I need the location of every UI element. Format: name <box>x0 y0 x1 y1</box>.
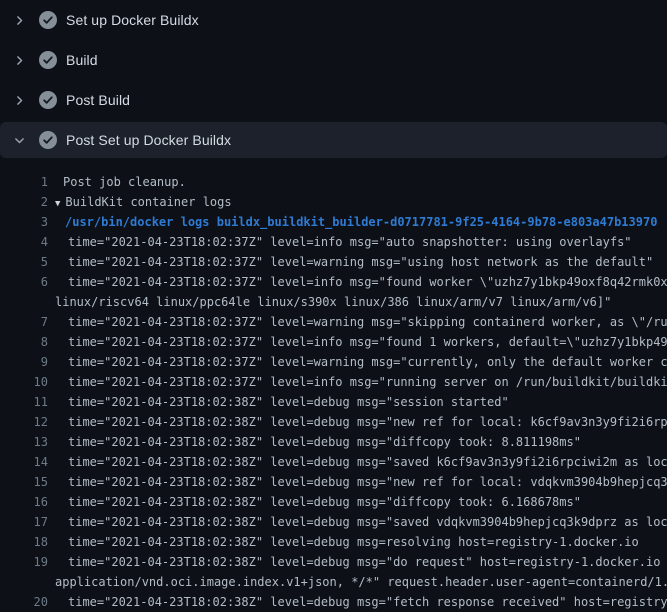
log-line-text: time="2021-04-23T18:02:38Z" level=debug … <box>68 595 667 609</box>
log-line-number[interactable]: 5 <box>0 252 48 272</box>
chevron-right-icon[interactable] <box>12 93 26 107</box>
log-line-number[interactable]: 20 <box>0 592 48 612</box>
log-line: 1▼Post job cleanup. <box>0 172 667 192</box>
log-line: 3▼/usr/bin/docker logs buildx_buildkit_b… <box>0 212 667 232</box>
log-line: 18▼time="2021-04-23T18:02:38Z" level=deb… <box>0 532 667 552</box>
log-line-number[interactable]: 2 <box>0 192 48 212</box>
log-line: 16▼time="2021-04-23T18:02:38Z" level=deb… <box>0 492 667 512</box>
check-circle-icon <box>39 11 57 29</box>
chevron-right-icon[interactable] <box>12 133 26 147</box>
log-line-text: time="2021-04-23T18:02:37Z" level=warnin… <box>68 355 667 369</box>
step-title: Post Build <box>66 92 130 108</box>
chevron-right-icon[interactable] <box>12 53 26 67</box>
log-line-number[interactable]: 10 <box>0 372 48 392</box>
log-line: 17▼time="2021-04-23T18:02:38Z" level=deb… <box>0 512 667 532</box>
step-row[interactable]: Post Set up Docker Buildx <box>0 122 667 158</box>
step-title: Build <box>66 52 98 68</box>
log-line-number[interactable]: 17 <box>0 512 48 532</box>
log-line-text: application/vnd.oci.image.index.v1+json,… <box>55 575 667 589</box>
log-line-number[interactable]: 19 <box>0 552 48 572</box>
step-title: Post Set up Docker Buildx <box>66 132 231 148</box>
log-line-text: time="2021-04-23T18:02:38Z" level=debug … <box>68 535 639 549</box>
log-line-number[interactable]: 7 <box>0 312 48 332</box>
log-line-number[interactable]: 15 <box>0 472 48 492</box>
log-line: 10▼time="2021-04-23T18:02:37Z" level=inf… <box>0 372 667 392</box>
log-line-text: time="2021-04-23T18:02:38Z" level=debug … <box>68 435 581 449</box>
log-line-number[interactable]: 16 <box>0 492 48 512</box>
log-line: 2 ▼ BuildKit container logs <box>0 192 667 212</box>
log-line-text: time="2021-04-23T18:02:37Z" level=info m… <box>68 235 632 249</box>
log-line: 11▼time="2021-04-23T18:02:38Z" level=deb… <box>0 392 667 412</box>
log-line-text: time="2021-04-23T18:02:37Z" level=info m… <box>68 375 667 389</box>
log-line-text: /usr/bin/docker logs buildx_buildkit_bui… <box>65 215 657 229</box>
log-line-text: time="2021-04-23T18:02:38Z" level=debug … <box>68 455 667 469</box>
log-line-number[interactable]: 18 <box>0 532 48 552</box>
log-line-number[interactable]: 3 <box>0 212 48 232</box>
log-line-text: time="2021-04-23T18:02:37Z" level=info m… <box>68 335 667 349</box>
log-line: 7▼time="2021-04-23T18:02:37Z" level=warn… <box>0 312 667 332</box>
log-line-text: time="2021-04-23T18:02:38Z" level=debug … <box>68 555 667 569</box>
log-line: 19▼time="2021-04-23T18:02:38Z" level=deb… <box>0 552 667 572</box>
log-line: 9▼time="2021-04-23T18:02:37Z" level=warn… <box>0 352 667 372</box>
log-line: 6▼time="2021-04-23T18:02:37Z" level=info… <box>0 272 667 292</box>
log-line-number[interactable]: 4 <box>0 232 48 252</box>
log-line: 15▼time="2021-04-23T18:02:38Z" level=deb… <box>0 472 667 492</box>
log-line: 8▼time="2021-04-23T18:02:37Z" level=info… <box>0 332 667 352</box>
log-line-text: linux/riscv64 linux/ppc64le linux/s390x … <box>55 295 611 309</box>
step-row[interactable]: Set up Docker Buildx <box>0 0 667 40</box>
log-line-number[interactable]: 1 <box>0 172 48 192</box>
log-line-text: time="2021-04-23T18:02:38Z" level=debug … <box>68 495 581 509</box>
chevron-right-icon[interactable] <box>12 13 26 27</box>
log-line: ▼application/vnd.oci.image.index.v1+json… <box>0 572 667 592</box>
check-circle-icon <box>39 131 57 149</box>
workflow-log-viewer: Set up Docker Buildx Build P <box>0 0 667 612</box>
log-line-text: time="2021-04-23T18:02:38Z" level=debug … <box>68 415 667 429</box>
log-line-text: time="2021-04-23T18:02:37Z" level=info m… <box>68 275 667 289</box>
log-line-text: Post job cleanup. <box>63 175 186 189</box>
log-line-number[interactable]: 13 <box>0 432 48 452</box>
steps-list: Set up Docker Buildx Build P <box>0 0 667 158</box>
collapse-triangle-icon[interactable]: ▼ <box>55 194 60 212</box>
log-line-number[interactable]: 14 <box>0 452 48 472</box>
log-line: 5▼time="2021-04-23T18:02:37Z" level=warn… <box>0 252 667 272</box>
log-area: 1▼Post job cleanup. 2 ▼ BuildKit container… <box>0 160 667 612</box>
log-line-number[interactable]: 9 <box>0 352 48 372</box>
log-line-number[interactable]: 11 <box>0 392 48 412</box>
log-line-text: time="2021-04-23T18:02:37Z" level=warnin… <box>68 315 667 329</box>
check-circle-icon <box>39 91 57 109</box>
step-row[interactable]: Post Build <box>0 80 667 120</box>
log-line: 14▼time="2021-04-23T18:02:38Z" level=deb… <box>0 452 667 472</box>
log-line: ▼linux/riscv64 linux/ppc64le linux/s390x… <box>0 292 667 312</box>
log-line-text: time="2021-04-23T18:02:38Z" level=debug … <box>68 475 667 489</box>
log-line: 4▼time="2021-04-23T18:02:37Z" level=info… <box>0 232 667 252</box>
log-line-number[interactable]: 6 <box>0 272 48 292</box>
log-line: 20▼time="2021-04-23T18:02:38Z" level=deb… <box>0 592 667 612</box>
log-line-text: time="2021-04-23T18:02:38Z" level=debug … <box>68 515 667 529</box>
step-title: Set up Docker Buildx <box>66 12 199 28</box>
log-line-text: time="2021-04-23T18:02:37Z" level=warnin… <box>68 255 653 269</box>
step-row[interactable]: Build <box>0 40 667 80</box>
log-line-number[interactable]: 12 <box>0 412 48 432</box>
log-line: 12▼time="2021-04-23T18:02:38Z" level=deb… <box>0 412 667 432</box>
log-line-text: time="2021-04-23T18:02:38Z" level=debug … <box>68 395 509 409</box>
log-line-number[interactable]: 8 <box>0 332 48 352</box>
check-circle-icon <box>39 51 57 69</box>
log-line: 13▼time="2021-04-23T18:02:38Z" level=deb… <box>0 432 667 452</box>
log-line-text: BuildKit container logs <box>65 195 231 209</box>
